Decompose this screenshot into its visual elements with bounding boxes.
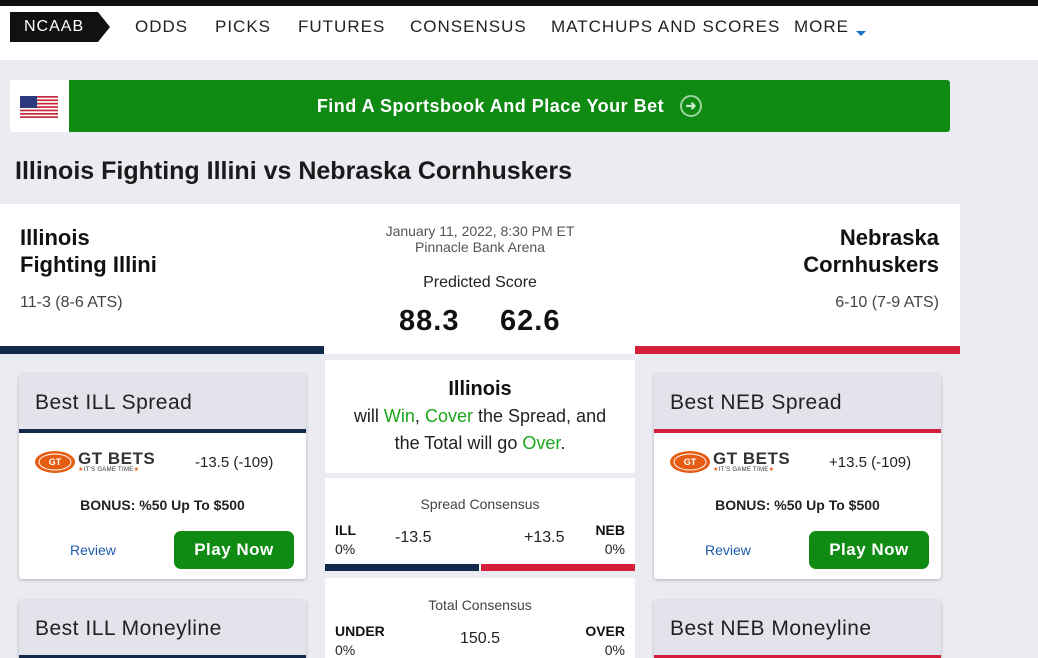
spread-odds: +13.5 (-109) [829, 454, 912, 471]
game-info: January 11, 2022, 8:30 PM ET Pinnacle Ba… [330, 223, 630, 255]
home-team-color-bar [0, 346, 324, 354]
bonus-text: BONUS: %50 Up To $500 [80, 497, 245, 513]
banner-text: Find A Sportsbook And Place Your Bet [316, 95, 665, 116]
nav-item-consensus[interactable]: CONSENSUS [410, 17, 527, 37]
best-neb-spread-card: Best NEB Spread GT GT BETS ★IT'S GAME TI… [654, 374, 941, 579]
away-team-name-line2: Cornhuskers [803, 252, 939, 277]
total-consensus-title: Total Consensus [428, 597, 532, 613]
pick-over: Over [522, 433, 561, 453]
gt-bets-logo[interactable]: GT GT BETS ★IT'S GAME TIME★ [669, 450, 790, 474]
pick-team: Illinois [448, 378, 512, 400]
chevron-down-icon[interactable] [856, 31, 866, 36]
pick-line-1: will Win, Cover the Spread, and [353, 406, 607, 426]
away-team-color-bar [635, 346, 960, 354]
away-team-name-line1: Nebraska [839, 225, 939, 250]
away-team-name[interactable]: Nebraska Cornhuskers [803, 224, 939, 278]
best-neb-moneyline-card: Best NEB Moneyline [654, 600, 941, 658]
pick-line-2: the Total will go Over. [394, 433, 566, 453]
spread-consensus-title: Spread Consensus [420, 496, 540, 512]
sportsbook-banner[interactable]: Find A Sportsbook And Place Your Bet ➜ [10, 80, 950, 132]
away-team-record: 6-10 (7-9 ATS) [835, 294, 939, 311]
predicted-score-label: Predicted Score [423, 274, 537, 291]
nav-item-odds[interactable]: ODDS [135, 17, 188, 37]
game-venue: Pinnacle Bank Arena [415, 239, 545, 255]
football-icon: GT [35, 451, 75, 473]
book-name: GT BETS [78, 449, 156, 468]
svg-text:GT: GT [49, 457, 62, 467]
home-team-name-line1: Illinois [20, 225, 90, 250]
spread-left-line: -13.5 [395, 529, 432, 546]
spread-consensus-bar-right [481, 564, 635, 571]
card-title: Best ILL Spread [19, 374, 306, 429]
spread-odds: -13.5 (-109) [195, 454, 274, 471]
nav-item-picks[interactable]: PICKS [215, 17, 271, 37]
page-title: Illinois Fighting Illini vs Nebraska Cor… [15, 157, 573, 185]
football-icon: GT [670, 451, 710, 473]
us-flag-icon [20, 96, 58, 118]
away-predicted-score: 62.6 [500, 305, 561, 337]
nav-badge-ncaab[interactable]: NCAAB [10, 12, 110, 42]
card-title: Best NEB Moneyline [654, 600, 941, 655]
card-title: Best NEB Spread [654, 374, 941, 429]
pick-cover: Cover [424, 406, 473, 426]
nav-item-matchups[interactable]: MATCHUPS AND SCORES [551, 17, 780, 37]
card-title: Best ILL Moneyline [19, 600, 306, 655]
review-link[interactable]: Review [70, 542, 116, 558]
best-ill-spread-card: Best ILL Spread GT GT BETS ★IT'S GAME TI… [19, 374, 306, 579]
book-name: GT BETS [713, 449, 791, 468]
nav-item-more[interactable]: MORE [794, 17, 849, 37]
home-team-record: 11-3 (8-6 ATS) [20, 294, 123, 311]
arrow-right-circle-icon: ➜ [680, 95, 703, 117]
pick-win: Win [383, 406, 415, 426]
home-predicted-score: 88.3 [399, 305, 460, 337]
bonus-text: BONUS: %50 Up To $500 [715, 497, 880, 513]
home-team-name[interactable]: Illinois Fighting Illini [20, 224, 157, 278]
nav-item-futures[interactable]: FUTURES [298, 17, 385, 37]
total-consensus-panel: Total Consensus UNDER 0% 150.5 OVER 0% [325, 578, 635, 658]
find-sportsbook-button[interactable]: Find A Sportsbook And Place Your Bet ➜ [69, 80, 950, 132]
pick-panel: Illinois will Win, Cover the Spread, and… [325, 360, 635, 473]
review-link[interactable]: Review [705, 542, 751, 558]
best-ill-moneyline-card: Best ILL Moneyline [19, 600, 306, 658]
spread-right-pct: 0% [604, 541, 625, 557]
game-date: January 11, 2022, 8:30 PM ET [385, 223, 575, 239]
gt-bets-logo[interactable]: GT GT BETS ★IT'S GAME TIME★ [34, 450, 155, 474]
svg-text:GT: GT [684, 457, 697, 467]
book-tagline: IT'S GAME TIME [83, 467, 134, 473]
spread-left-pct: 0% [335, 541, 356, 557]
total-over-abbr: OVER [585, 623, 625, 639]
play-now-button[interactable]: Play Now [809, 531, 929, 569]
total-over-pct: 0% [604, 642, 625, 658]
spread-right-abbr: NEB [595, 522, 625, 538]
spread-right-line: +13.5 [524, 529, 565, 546]
card-divider [654, 429, 941, 433]
play-now-button[interactable]: Play Now [174, 531, 294, 569]
spread-left-abbr: ILL [335, 522, 356, 538]
spread-consensus-bar-left [325, 564, 479, 571]
spread-consensus-panel: Spread Consensus ILL 0% -13.5 +13.5 NEB … [325, 478, 635, 571]
home-team-name-line2: Fighting Illini [20, 252, 157, 277]
card-divider [19, 429, 306, 433]
book-tagline: IT'S GAME TIME [718, 467, 769, 473]
